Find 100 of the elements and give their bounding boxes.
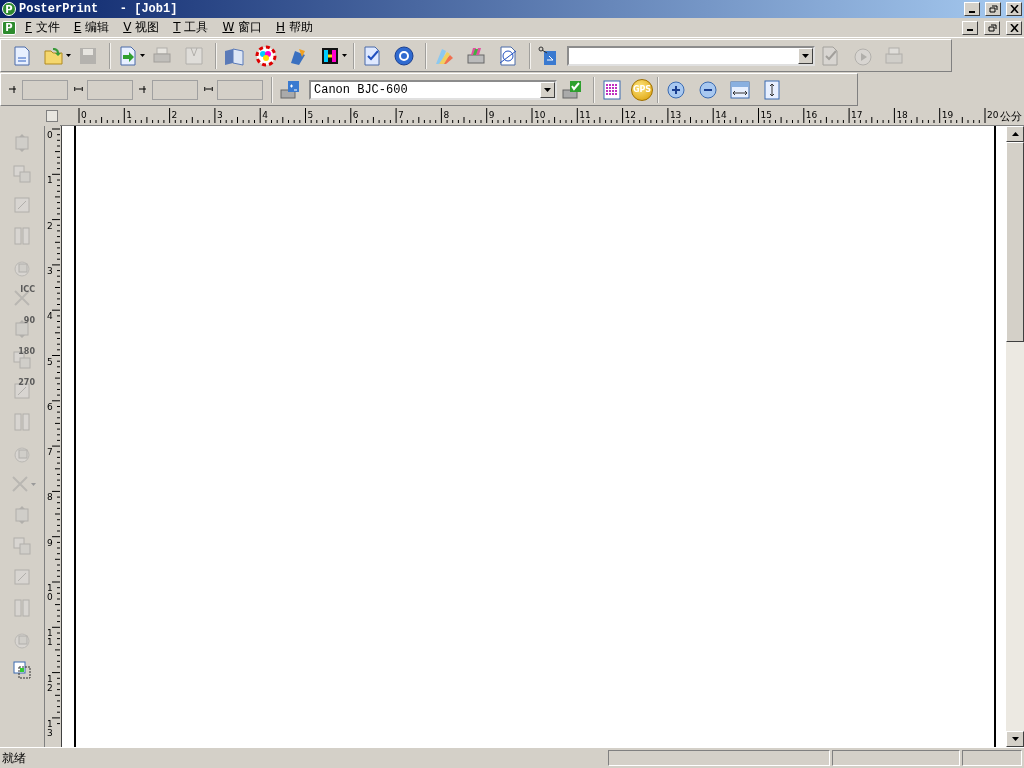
close-button[interactable] [1006, 2, 1022, 16]
up-arrow-icon [1011, 132, 1019, 136]
restore-button[interactable] [985, 2, 1001, 16]
size-input[interactable] [87, 79, 133, 100]
ruler-label: 9 [47, 538, 53, 548]
copy-icon [11, 535, 33, 557]
ruler-label: 10 [534, 111, 546, 120]
caret-icon [66, 54, 71, 57]
ruler-label: 7 [398, 111, 404, 120]
scroll-thumb[interactable] [1006, 142, 1024, 342]
status-text: 就绪 [1, 749, 27, 767]
ruler-label: 15 [760, 111, 772, 120]
check-document-icon [361, 44, 383, 67]
size-input[interactable] [22, 79, 68, 100]
ruler-label: 2 [171, 111, 178, 120]
document-arrow-icon [117, 44, 139, 67]
dropdown-field[interactable]: Canon BJC-600 [309, 79, 557, 100]
dropdown-arrow-icon [802, 53, 809, 58]
close-icon [1009, 5, 1019, 13]
ruler-label: 6 [47, 402, 53, 412]
ruler-label: 5 [307, 111, 314, 120]
check-document-icon [819, 44, 841, 67]
minimize-button[interactable] [964, 2, 980, 16]
fit-width-icon [729, 78, 751, 101]
menu-item[interactable]: W 窗口 [217, 19, 268, 36]
ruler-label: 16 [805, 111, 818, 120]
ruler-label: 11 [47, 629, 53, 648]
printer-icon [883, 44, 905, 67]
ruler-label: 1 [47, 176, 53, 186]
size-input[interactable] [217, 79, 263, 100]
ruler-label: 12 [47, 674, 53, 693]
ruler-label: 4 [262, 111, 268, 120]
ruler-label: 3 [47, 266, 53, 276]
ruler-label: 14 [715, 111, 727, 120]
dropdown-field[interactable] [567, 45, 815, 66]
ruler-label: 6 [352, 111, 359, 120]
width-icon [139, 85, 148, 94]
ruler-label: 17 [851, 111, 863, 120]
window-title: PosterPrint - [Job1] [19, 2, 179, 16]
menu-item[interactable]: E 编辑 [68, 19, 115, 36]
ruler-label: 4 [47, 312, 53, 322]
menu-item[interactable]: V 视图 [118, 19, 165, 36]
ruler-label: 1 [126, 111, 133, 120]
ruler-label: 18 [896, 111, 908, 120]
minimize-icon [969, 10, 975, 13]
color-grid-icon [601, 78, 623, 101]
crop-icon [11, 194, 33, 216]
caret-icon [30, 482, 36, 486]
icon-label: 270 [18, 378, 35, 387]
menu-item[interactable]: T 工具 [168, 19, 214, 36]
document-icon [11, 44, 33, 67]
height-icon [204, 85, 213, 94]
ruler-label: 8 [443, 111, 450, 120]
ruler-label: 10 [47, 584, 53, 602]
columns-icon [11, 225, 33, 247]
fit-height-icon [761, 78, 783, 101]
ruler-label: 0 [81, 111, 87, 120]
ruler-label: 20 [987, 111, 999, 120]
menu-item[interactable]: F 文件 [20, 19, 65, 36]
document-close-button[interactable] [1006, 20, 1022, 35]
ruler-label: 8 [47, 493, 53, 503]
scroll-up-button[interactable] [1006, 126, 1024, 142]
size-input[interactable] [152, 79, 198, 100]
paper-icon [183, 44, 205, 67]
top-margin-icon [74, 85, 83, 94]
ruler-corner [46, 110, 58, 122]
scroll-down-button[interactable] [1006, 731, 1024, 747]
ruler-label: 13 [47, 719, 53, 738]
caret-icon [342, 54, 347, 57]
dropdown-arrow-icon [544, 87, 551, 92]
status-pane [962, 750, 1022, 766]
caret-icon [140, 54, 145, 57]
ruler-label: 2 [47, 221, 53, 231]
restore-icon [988, 5, 998, 13]
close-icon [1009, 23, 1019, 32]
document-minimize-button[interactable] [962, 20, 978, 35]
ruler-label: 5 [47, 357, 53, 367]
dropdown-arrow-icon [1011, 737, 1019, 741]
app-logo: P [2, 2, 16, 16]
restore-icon [987, 23, 997, 32]
ruler-label: 7 [47, 448, 53, 458]
icon-label: 90 [23, 316, 35, 325]
printer-check-icon [561, 78, 583, 101]
minimize-icon [967, 29, 973, 31]
ruler-label: 13 [669, 111, 682, 120]
left-margin-icon [9, 85, 18, 94]
ruler-label: 9 [488, 111, 495, 120]
ruler-label: 3 [216, 111, 223, 120]
ruler-label: 0 [47, 131, 53, 140]
ruler-label: 19 [941, 111, 954, 120]
icon-label: ICC [20, 285, 35, 294]
resize-icon [11, 163, 33, 185]
zoom-out-icon [697, 78, 719, 101]
document-restore-button[interactable] [984, 20, 1000, 35]
unit-label: 公分 [1000, 109, 1022, 124]
menu-item[interactable]: H 帮助 [271, 19, 318, 36]
select-icon [11, 659, 33, 681]
printer-calculator-icon [279, 78, 301, 101]
color-wheel-icon [255, 44, 277, 67]
document-logo: P [2, 20, 16, 35]
